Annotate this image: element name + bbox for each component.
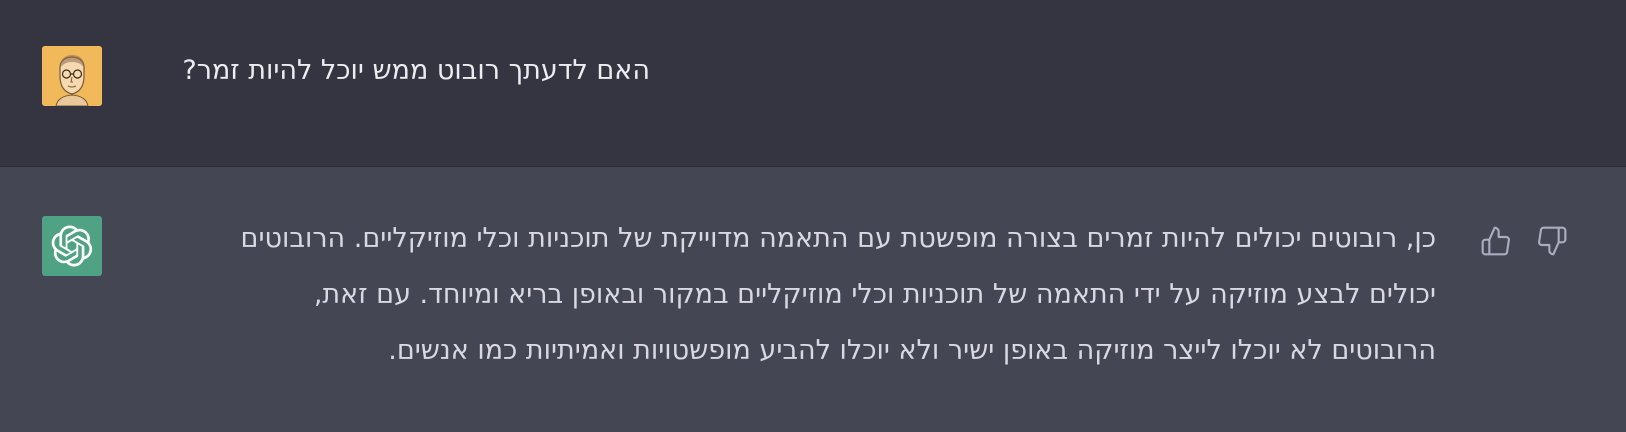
thumbs-up-button[interactable] bbox=[1478, 223, 1514, 259]
assistant-avatar bbox=[42, 216, 102, 276]
assistant-message-line: הרובוטים לא יוכלו לייצר מוזיקה באופן ישי… bbox=[388, 335, 1436, 366]
user-portrait-icon bbox=[42, 46, 102, 106]
feedback-buttons bbox=[1478, 223, 1570, 259]
assistant-message-text: כן, רובוטים יכולים להיות זמרים בצורה מופ… bbox=[150, 211, 1436, 379]
thumbs-down-button[interactable] bbox=[1534, 223, 1570, 259]
user-message-row: האם לדעתך רובוט ממש יוכל להיות זמר? bbox=[0, 0, 1626, 167]
thumbs-down-icon bbox=[1538, 226, 1567, 256]
assistant-message-line: כן, רובוטים יכולים להיות זמרים בצורה מופ… bbox=[240, 223, 1436, 254]
user-avatar bbox=[42, 46, 102, 106]
assistant-message-row: כן, רובוטים יכולים להיות זמרים בצורה מופ… bbox=[0, 167, 1626, 432]
user-message-text: האם לדעתך רובוט ממש יוכל להיות זמר? bbox=[182, 55, 650, 86]
assistant-message-line: יכולים לבצע מוזיקה על ידי התאמה של תוכני… bbox=[313, 279, 1436, 310]
thumbs-up-icon bbox=[1481, 226, 1510, 256]
openai-logo-icon bbox=[51, 225, 93, 267]
